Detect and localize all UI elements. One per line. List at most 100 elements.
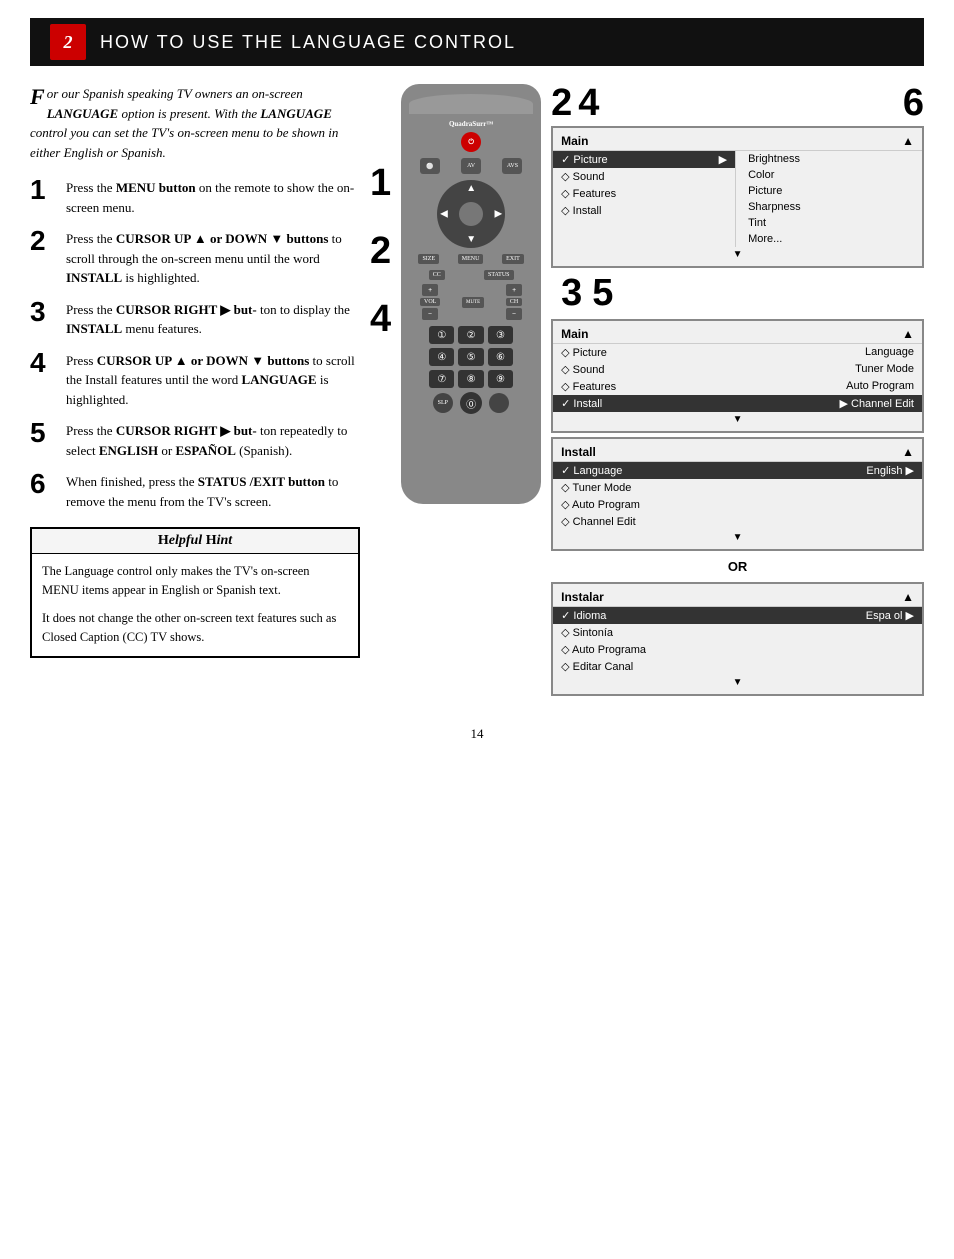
num-1-button[interactable]: ① [429,326,454,344]
menu-sound-row: ◇ Sound [553,168,735,185]
vol-label: VOL [420,298,440,306]
nav-circle: ▲ ▼ ◀ ▶ [437,180,505,248]
menu-sintonia-row: ◇ Sintonía [553,624,922,641]
page-wrapper: 2 How to Use the Language Control F or o… [0,18,954,742]
main-content: F or our Spanish speaking TV owners an o… [30,84,924,696]
size-button[interactable]: SIZE [418,254,439,264]
step-5: 5 Press the CURSOR RIGHT ▶ but- ton repe… [30,421,360,460]
ch-up-button[interactable]: + [506,284,522,296]
diagram-step-5: 5 [592,272,613,315]
nav-down-arrow[interactable]: ▼ [466,234,476,245]
menus-and-numbers: 2 4 6 Main▲ ✓ Picture▶ ◇ Sound [551,84,924,696]
menu-picture-row: ✓ Picture▶ [553,151,735,168]
num-2-button[interactable]: ② [458,326,483,344]
menu-autoprog-row: ◇ Auto Program [553,496,922,513]
vol-up-button[interactable]: + [422,284,438,296]
step-1-text: Press the MENU button on the remote to s… [66,178,360,217]
ch-down-button[interactable]: − [506,308,522,320]
step-2-text: Press the CURSOR UP ▲ or DOWN ▼ buttons … [66,229,360,288]
ch-label: CH [506,298,522,306]
menu-brightness: Brightness [740,151,922,167]
step-3: 3 Press the CURSOR RIGHT ▶ but- ton to d… [30,300,360,339]
or-label: OR [551,555,924,578]
nav-center[interactable] [459,202,483,226]
menu-more: More... [740,231,922,247]
diagram-step-3: 3 [561,272,582,315]
step-5-text: Press the CURSOR RIGHT ▶ but- ton repeat… [66,421,360,460]
input-button[interactable]: ⚪ [420,158,440,174]
menu-spanish-arrow: ▼ [553,675,922,690]
step-2-number: 2 [30,227,58,255]
diagram-step-1: 1 [370,164,391,202]
menu-inst-features: ◇ FeaturesAuto Program [553,378,922,395]
menu-inst-arrow: ▼ [553,412,922,427]
step-4-text: Press CURSOR UP ▲ or DOWN ▼ buttons to s… [66,351,360,410]
left-step-numbers: 1 2 4 [370,84,391,338]
num-6-button[interactable]: ⑥ [488,348,513,366]
power-button[interactable]: ⏻ [461,132,481,152]
step-6: 6 When finished, press the STATUS /EXIT … [30,472,360,511]
page-number: 14 [0,726,954,742]
status-button[interactable]: STATUS [484,270,514,280]
hint-box: Helpful Hint The Language control only m… [30,527,360,658]
drop-cap: F [30,86,45,108]
menu-chanedit-row: ◇ Channel Edit [553,513,922,530]
menu-install-row: ◇ Install [553,202,735,219]
diagram-step-2: 2 [551,84,572,122]
menu-main-body: ✓ Picture▶ ◇ Sound ◇ Features ◇ Install … [553,151,922,247]
remote-body: QuadraSurr™ ⏻ ⚪ AV AVS [401,84,541,504]
diagram-step-4: 4 [578,84,599,122]
menu-tuner-row: ◇ Tuner Mode [553,479,922,496]
menu-inst-install: ✓ Install▶ Channel Edit [553,395,922,412]
left-column: F or our Spanish speaking TV owners an o… [30,84,370,696]
menu-editarcanal-row: ◇ Editar Canal [553,658,922,675]
top-right-area: 2 4 6 [551,84,924,122]
diagram-step-4b: 4 [370,300,391,338]
num-7-button[interactable]: ⑦ [429,370,454,388]
num-9-button[interactable]: ⑨ [488,370,513,388]
step-1-number: 1 [30,176,58,204]
page-title: How to Use the Language Control [100,32,516,53]
num-5-button[interactable]: ⑤ [458,348,483,366]
page-header: 2 How to Use the Language Control [30,18,924,66]
menu-panel-title: Install▲ [553,443,922,462]
menu-language-row: ✓ LanguageEnglish ▶ [553,462,922,479]
sleep-button[interactable]: SLP [433,393,453,413]
step-2: 2 Press the CURSOR UP ▲ or DOWN ▼ button… [30,229,360,288]
cc-button[interactable]: CC [429,270,445,280]
chapter-icon: 2 [50,24,86,60]
hint-para-2: It does not change the other on-screen t… [42,609,348,648]
menu-idioma-row: ✓ IdiomaEspa ol ▶ [553,607,922,624]
nav-left-arrow[interactable]: ◀ [440,209,448,220]
menu-main: Main▲ ✓ Picture▶ ◇ Sound ◇ Features ◇ In… [551,126,924,268]
step-6-text: When finished, press the STATUS /EXIT bu… [66,472,360,511]
num-3-button[interactable]: ③ [488,326,513,344]
av-button[interactable]: AV [461,158,481,174]
num-0-button[interactable]: ⓪ [460,392,482,414]
hint-body: The Language control only makes the TV's… [32,554,358,656]
step-3-number: 3 [30,298,58,326]
nav-right-arrow[interactable]: ▶ [494,209,502,220]
step-1: 1 Press the MENU button on the remote to… [30,178,360,217]
intro-text: F or our Spanish speaking TV owners an o… [30,84,360,162]
right-column: 1 2 4 QuadraSurr™ ⏻ [370,84,924,696]
blank-button[interactable] [489,393,509,413]
nav-up-arrow[interactable]: ▲ [466,183,476,194]
menu-button[interactable]: MENU [458,254,484,264]
num-4-button[interactable]: ④ [429,348,454,366]
num-8-button[interactable]: ⑧ [458,370,483,388]
menu-install-title: Main▲ [553,325,922,344]
mid-step-numbers: 3 5 [551,272,924,315]
vol-down-button[interactable]: − [422,308,438,320]
hint-para-1: The Language control only makes the TV's… [42,562,348,601]
menu-spanish-title: Instalar▲ [553,588,922,607]
mute-button[interactable]: MUTE [462,297,484,308]
menu-panel-arrow: ▼ [553,530,922,545]
avs-button[interactable]: AVS [502,158,522,174]
exit-button[interactable]: EXIT [502,254,524,264]
step-3-text: Press the CURSOR RIGHT ▶ but- ton to dis… [66,300,360,339]
step-4: 4 Press CURSOR UP ▲ or DOWN ▼ buttons to… [30,351,360,410]
diagram-area: 1 2 4 QuadraSurr™ ⏻ [370,84,924,696]
menu-features-row: ◇ Features [553,185,735,202]
menu-main-title: Main▲ [553,132,922,151]
